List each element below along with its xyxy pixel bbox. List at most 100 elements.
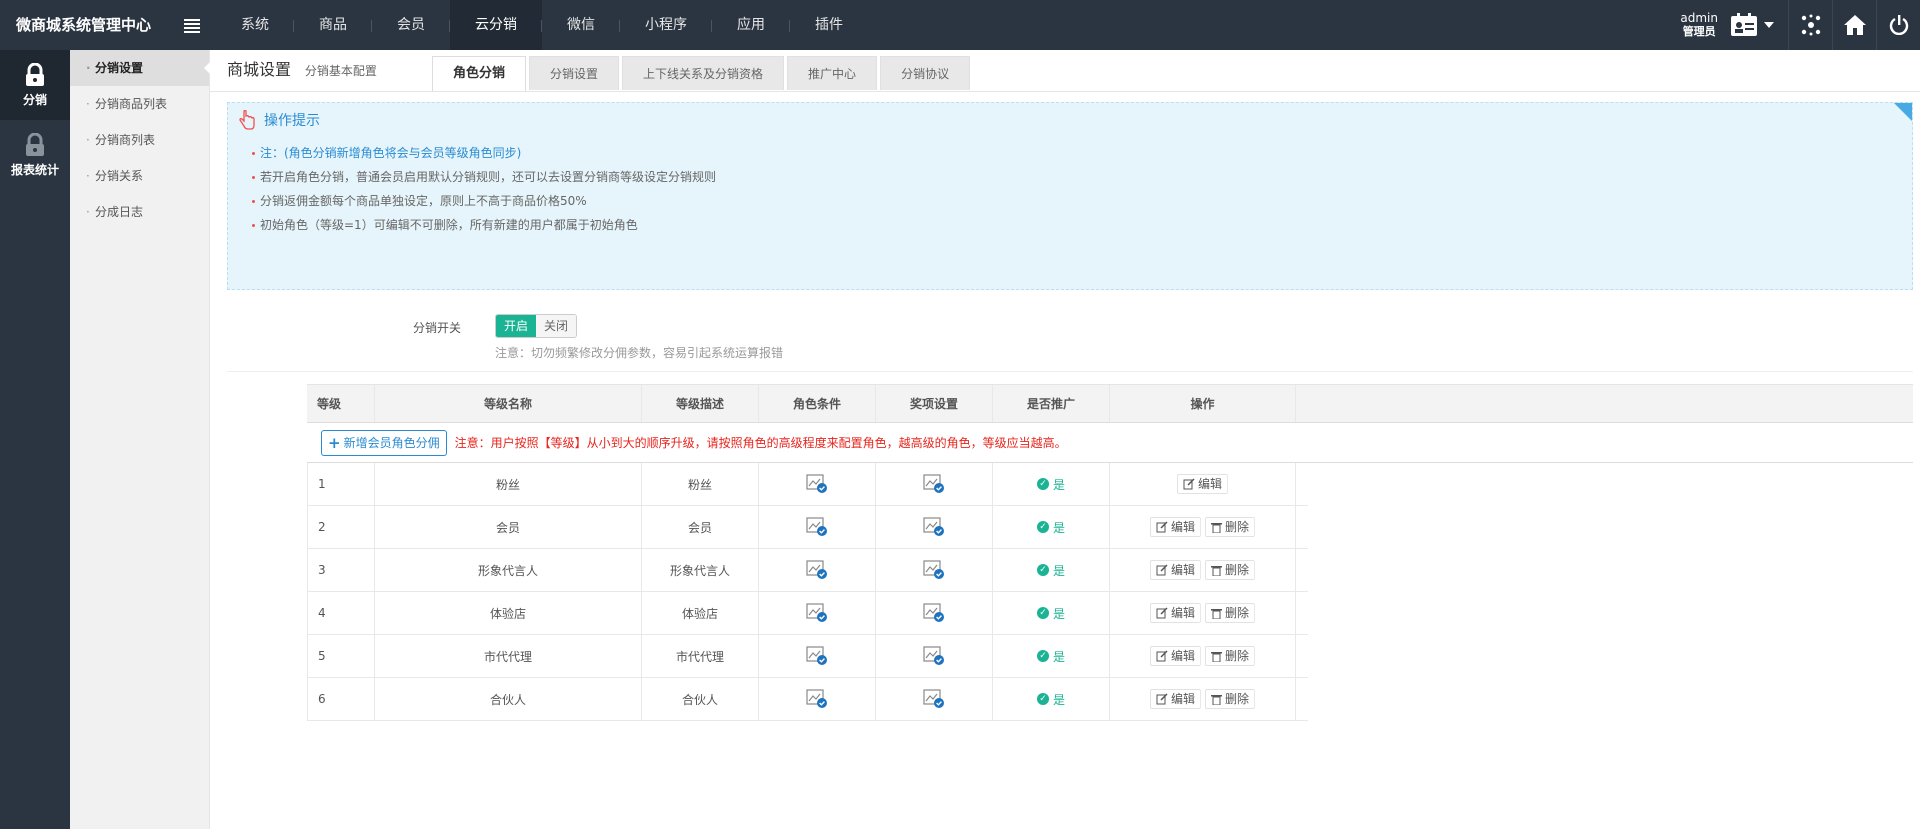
reward-settings-icon[interactable] — [923, 603, 945, 623]
edit-label: 编辑 — [1170, 606, 1195, 620]
user-menu[interactable] — [1730, 13, 1774, 37]
cell-level: 6 — [307, 678, 375, 720]
tip-item: 分销返佣金额每个商品单独设定，原则上不高于商品价格50% — [252, 189, 716, 213]
check-circle-icon: ✓ — [1036, 693, 1049, 705]
tab-agreement[interactable]: 分销协议 — [880, 56, 971, 90]
home-button[interactable] — [1832, 0, 1876, 50]
edit-label: 编辑 — [1170, 692, 1195, 706]
cell-desc: 粉丝 — [642, 463, 759, 505]
settings-button[interactable] — [1788, 0, 1832, 50]
menu-toggle-icon[interactable] — [184, 17, 200, 33]
add-note: 注意：用户按照【等级】从小到大的顺序升级，请按照角色的高级程度来配置角色，越高级… — [454, 436, 1067, 450]
distribution-toggle[interactable]: 开启 关闭 — [495, 314, 578, 338]
nav-miniprogram[interactable]: 小程序 — [620, 0, 712, 50]
tips-header: 操作提示 — [238, 110, 320, 130]
delete-button[interactable]: 删除 — [1205, 517, 1256, 537]
plus-icon: + — [328, 433, 341, 452]
promote-status: ✓ 是 — [1036, 648, 1065, 665]
cell-desc: 市代代理 — [642, 635, 759, 677]
tab-role-distribution[interactable]: 角色分销 — [432, 56, 527, 92]
tab-relations-qualification[interactable]: 上下线关系及分销资格 — [622, 56, 785, 90]
subnav-item-settings[interactable]: 分销设置 — [70, 50, 210, 86]
app-title: 微商城系统管理中心 — [16, 16, 152, 34]
cell-level: 3 — [307, 549, 375, 591]
nav-goods[interactable]: 商品 — [294, 0, 372, 50]
nav-plugins[interactable]: 插件 — [790, 0, 868, 50]
table-row: 1 粉丝 粉丝 ✓ 是编辑 — [307, 463, 1308, 506]
tip-item: 初始角色（等级=1）可编辑不可删除，所有新建的用户都属于初始角色 — [252, 213, 716, 237]
nav-system[interactable]: 系统 — [216, 0, 294, 50]
edit-button[interactable]: 编辑 — [1149, 560, 1201, 580]
delete-button[interactable]: 删除 — [1205, 689, 1256, 709]
condition-settings-icon[interactable] — [806, 603, 828, 623]
tab-promotion-center[interactable]: 推广中心 — [787, 56, 878, 90]
lock-icon — [26, 132, 44, 156]
promote-label: 是 — [1052, 563, 1065, 578]
col-promote: 是否推广 — [993, 385, 1110, 422]
nav-wechat[interactable]: 微信 — [542, 0, 620, 50]
tab-distribution-settings[interactable]: 分销设置 — [529, 56, 620, 90]
power-icon — [1889, 15, 1908, 35]
reward-settings-icon[interactable] — [923, 560, 945, 580]
cell-actions: 编辑 删除 — [1110, 678, 1296, 720]
table-row: 5 市代代理 市代代理 ✓ 是编辑 删除 — [307, 635, 1308, 678]
check-circle-icon: ✓ — [1036, 564, 1049, 576]
reward-settings-icon[interactable] — [923, 517, 945, 537]
edit-button[interactable]: 编辑 — [1149, 689, 1201, 709]
reward-settings-icon[interactable] — [923, 646, 945, 666]
subnav-item-relations[interactable]: 分销关系 — [70, 158, 209, 194]
delete-button[interactable]: 删除 — [1205, 603, 1256, 623]
condition-settings-icon[interactable] — [806, 689, 828, 709]
trash-icon — [1211, 609, 1222, 619]
switch-note: 注意：切勿频繁修改分佣参数，容易引起系统运算报错 — [495, 346, 784, 360]
edit-button[interactable]: 编辑 — [1176, 474, 1228, 494]
edit-button[interactable]: 编辑 — [1149, 646, 1201, 666]
promote-status: ✓ 是 — [1036, 605, 1065, 622]
sidebar-item-reports[interactable]: 报表统计 — [0, 120, 70, 190]
cell-desc: 合伙人 — [642, 678, 759, 720]
reward-settings-icon[interactable] — [923, 474, 945, 494]
add-role-button[interactable]: + 新增会员角色分佣 — [321, 429, 447, 456]
logout-button[interactable] — [1876, 0, 1920, 50]
delete-button[interactable]: 删除 — [1205, 646, 1256, 666]
delete-button[interactable]: 删除 — [1205, 560, 1256, 580]
cell-promote: ✓ 是 — [993, 549, 1110, 591]
home-icon — [1843, 15, 1866, 35]
page-subtitle: 分销基本配置 — [304, 64, 377, 78]
tips-list: 注：(角色分销新增角色将会与会员等级角色同步) 若开启角色分销，普通会员启用默认… — [252, 141, 716, 237]
subnav-item-distributors[interactable]: 分销商列表 — [70, 122, 209, 158]
condition-settings-icon[interactable] — [806, 560, 828, 580]
collapse-corner[interactable] — [1894, 103, 1912, 121]
user-info[interactable]: admin 管理员 — [1680, 12, 1718, 39]
cell-reward — [876, 592, 993, 634]
nav-apps[interactable]: 应用 — [712, 0, 790, 50]
cell-actions: 编辑 删除 — [1110, 592, 1296, 634]
sidebar-item-label: 报表统计 — [10, 162, 59, 177]
subnav-item-logs[interactable]: 分成日志 — [70, 194, 209, 230]
tab-bar: 角色分销 分销设置 上下线关系及分销资格 推广中心 分销协议 — [432, 56, 973, 92]
nav-cloud-distribution[interactable]: 云分销 — [450, 0, 542, 50]
table-row: 3 形象代言人 形象代言人 ✓ 是编辑 删除 — [307, 549, 1308, 592]
promote-label: 是 — [1052, 520, 1065, 535]
edit-button[interactable]: 编辑 — [1149, 517, 1201, 537]
condition-settings-icon[interactable] — [806, 646, 828, 666]
cell-desc: 形象代言人 — [642, 549, 759, 591]
trash-icon — [1211, 652, 1222, 662]
nav-member[interactable]: 会员 — [372, 0, 450, 50]
add-role-label: 新增会员角色分佣 — [343, 435, 440, 450]
switch-on-button[interactable]: 开启 — [496, 315, 537, 337]
condition-settings-icon[interactable] — [806, 517, 828, 537]
condition-settings-icon[interactable] — [806, 474, 828, 494]
cell-condition — [759, 678, 876, 720]
divider — [227, 371, 1913, 372]
trash-icon — [1211, 566, 1222, 576]
user-role: 管理员 — [1682, 25, 1716, 38]
subnav-item-goods[interactable]: 分销商品列表 — [70, 86, 209, 122]
sidebar-item-distribution[interactable]: 分销 — [0, 50, 70, 120]
breadcrumb: 商城设置 分销基本配置 — [227, 60, 377, 80]
check-circle-icon: ✓ — [1036, 478, 1049, 490]
switch-off-button[interactable]: 关闭 — [536, 315, 577, 337]
edit-icon — [1156, 607, 1168, 619]
reward-settings-icon[interactable] — [923, 689, 945, 709]
edit-button[interactable]: 编辑 — [1149, 603, 1201, 623]
